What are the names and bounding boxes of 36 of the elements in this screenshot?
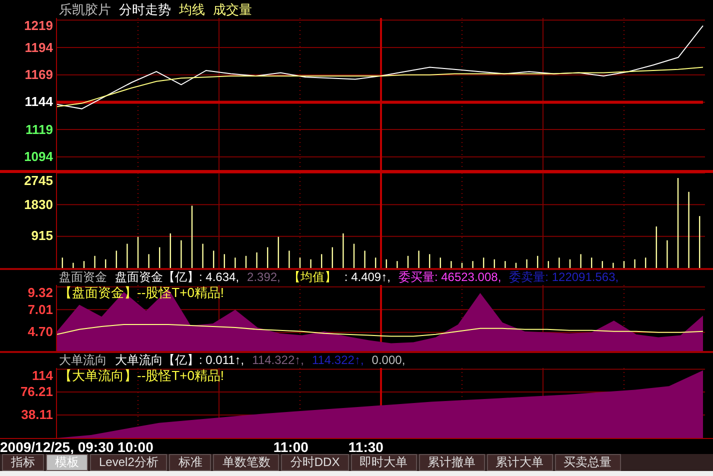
indicator-text: : 4.409↑,: [344, 270, 390, 285]
time-label: 11:30: [348, 438, 384, 454]
time-label: 2009/12/25, 09:30 10:00: [0, 438, 154, 454]
indicator-text: 2.392,: [247, 270, 280, 285]
axis-label: 4.70: [28, 324, 53, 340]
axis-label: 1094: [24, 148, 53, 164]
indicator-text: 大单流向【亿】: 0.011↑,: [115, 353, 244, 368]
indicator-text: 114.322↑,: [312, 353, 364, 368]
indicator-text: 【均值】: [288, 270, 336, 285]
axis-label: 1830: [24, 196, 53, 212]
indicator-text: 0.000,: [372, 353, 406, 368]
indicator-text: 大单流向: [59, 353, 107, 368]
indicator-text: 114.322↑,: [252, 353, 304, 368]
axis-label: 1144: [24, 94, 53, 110]
indicator-text: 委卖量: 122091.563,: [509, 270, 619, 285]
axis-label: 114: [32, 368, 53, 383]
chart-title: 分时走势: [119, 2, 171, 16]
axis-label: 76.21: [20, 384, 53, 399]
indicator-note: 【大单流向】--股怪T+0精品!: [59, 368, 224, 383]
axis-label: 1219: [24, 18, 53, 33]
axis-label: 1194: [24, 40, 53, 55]
time-label: 11:00: [273, 438, 308, 454]
indicator-text: 盘面资金【亿】: 4.634,: [115, 270, 240, 285]
axis-label: 915: [31, 228, 53, 244]
chart-title: 成交量: [213, 2, 252, 16]
indicator-text: 盘面资金: [59, 270, 107, 285]
axis-label: 1169: [24, 66, 53, 82]
axis-label: 1119: [26, 122, 53, 137]
axis-label: 7.01: [28, 302, 53, 317]
axis-label: 9.32: [28, 285, 53, 300]
chart-title: 均线: [179, 2, 205, 16]
axis-label: 2745: [24, 173, 53, 188]
indicator-note: 【盘面资金】--股怪T+0精品!: [59, 285, 224, 300]
indicator-text: 委买量: 46523.008,: [398, 270, 502, 285]
chart-title: 乐凯胶片: [59, 2, 111, 16]
axis-label: 38.11: [21, 407, 53, 422]
